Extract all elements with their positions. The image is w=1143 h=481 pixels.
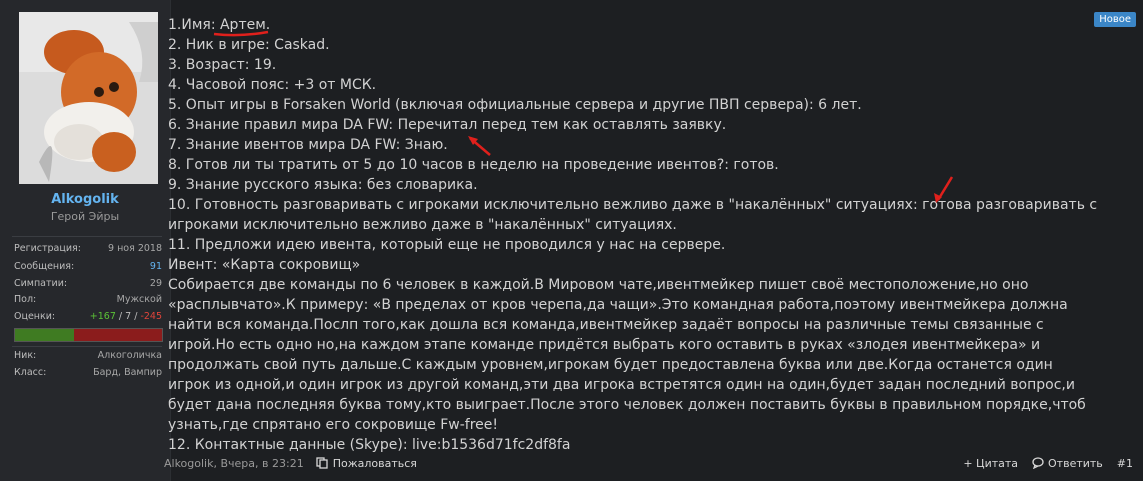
post-footer: Alkogolik, Вчера, в 23:21 Пожаловаться +… xyxy=(164,453,1133,473)
post-line: Ивент: «Карта сокровищ» xyxy=(168,257,361,273)
stat-label: Класс: xyxy=(14,367,47,378)
ratings-bar-negative xyxy=(73,329,162,341)
post-line: 10. Готовность разговаривать с игроками … xyxy=(168,197,1098,233)
ratings-summary: +167 / 7 / -245 xyxy=(90,310,162,324)
post-line: 3. Возраст: 19. xyxy=(168,57,277,73)
stat-nick: Ник: Алкоголичка xyxy=(14,349,162,363)
post-line: 1.Имя: Артем. xyxy=(168,17,271,33)
post-line: 6. Знание правил мира DA FW: Перечитал п… xyxy=(168,117,727,133)
post-line: 5. Опыт игры в Forsaken World (включая о… xyxy=(168,97,862,113)
post-body: 1.Имя: Артем. 2. Ник в игре: Caskad. 3. … xyxy=(168,15,1098,455)
stat-label: Пол: xyxy=(14,294,37,305)
stat-label: Ник: xyxy=(14,350,37,361)
post-line: 4. Часовой пояс: +3 от МСК. xyxy=(168,77,377,93)
post-meta[interactable]: Alkogolik, Вчера, в 23:21 xyxy=(164,457,304,470)
post-line: 8. Готов ли ты тратить от 5 до 10 часов … xyxy=(168,157,779,173)
report-button[interactable]: Пожаловаться xyxy=(316,457,417,470)
stat-label: Регистрация: xyxy=(14,243,81,254)
stat-label: Сообщения: xyxy=(14,261,75,272)
sidebar-divider xyxy=(12,236,162,237)
username-link[interactable]: Alkogolik xyxy=(0,192,170,207)
stat-messages: Сообщения: 91 xyxy=(14,260,162,274)
stat-value: Бард, Вампир xyxy=(93,367,162,378)
post-line: Собирается две команды по 6 человек в ка… xyxy=(168,277,1086,433)
sidebar-divider xyxy=(12,346,162,347)
new-badge: Новое xyxy=(1094,12,1136,27)
stat-likes: Симпатии: 29 xyxy=(14,277,162,291)
user-sidebar: Alkogolik Герой Эйры Регистрация: 9 ноя … xyxy=(0,0,171,481)
ratings-positive: +167 xyxy=(89,311,116,322)
stat-class: Класс: Бард, Вампир xyxy=(14,366,162,380)
reply-button[interactable]: Ответить xyxy=(1032,457,1103,470)
stat-gender: Пол: Мужской xyxy=(14,293,162,307)
reply-label: Ответить xyxy=(1048,456,1103,470)
stat-value: 9 ноя 2018 xyxy=(108,243,162,254)
speech-bubble-icon xyxy=(1032,457,1044,469)
ratings-bar-positive xyxy=(15,329,74,341)
post-line: 7. Знание ивентов мира DA FW: Знаю. xyxy=(168,137,448,153)
stat-registration: Регистрация: 9 ноя 2018 xyxy=(14,242,162,256)
report-label: Пожаловаться xyxy=(332,456,417,470)
stat-value: Алкоголичка xyxy=(97,350,162,361)
ratings-negative: -245 xyxy=(140,311,162,322)
stat-label: Симпатии: xyxy=(14,278,68,289)
quote-label: + Цитата xyxy=(963,456,1019,470)
stat-value: Мужской xyxy=(116,294,162,305)
post-number-link[interactable]: #1 xyxy=(1117,457,1133,470)
stat-ratings: Оценки: +167 / 7 / -245 xyxy=(14,310,162,324)
report-icon xyxy=(316,457,328,469)
ratings-separator: / xyxy=(115,311,126,322)
stat-value[interactable]: 91 xyxy=(150,260,162,274)
post-line: 9. Знание русского языка: без словарика. xyxy=(168,177,478,193)
post-line: 12. Контактные данные (Skype): live:b153… xyxy=(168,437,571,453)
user-title: Герой Эйры xyxy=(50,210,120,223)
post-line: 2. Ник в игре: Caskad. xyxy=(168,37,330,53)
post-line: 11. Предложи идею ивента, который еще не… xyxy=(168,237,726,253)
stat-value: 29 xyxy=(149,278,162,289)
ratings-bar xyxy=(14,328,163,342)
quote-button[interactable]: + Цитата xyxy=(963,457,1018,470)
stat-label: Оценки: xyxy=(14,311,56,322)
avatar[interactable] xyxy=(19,12,158,184)
